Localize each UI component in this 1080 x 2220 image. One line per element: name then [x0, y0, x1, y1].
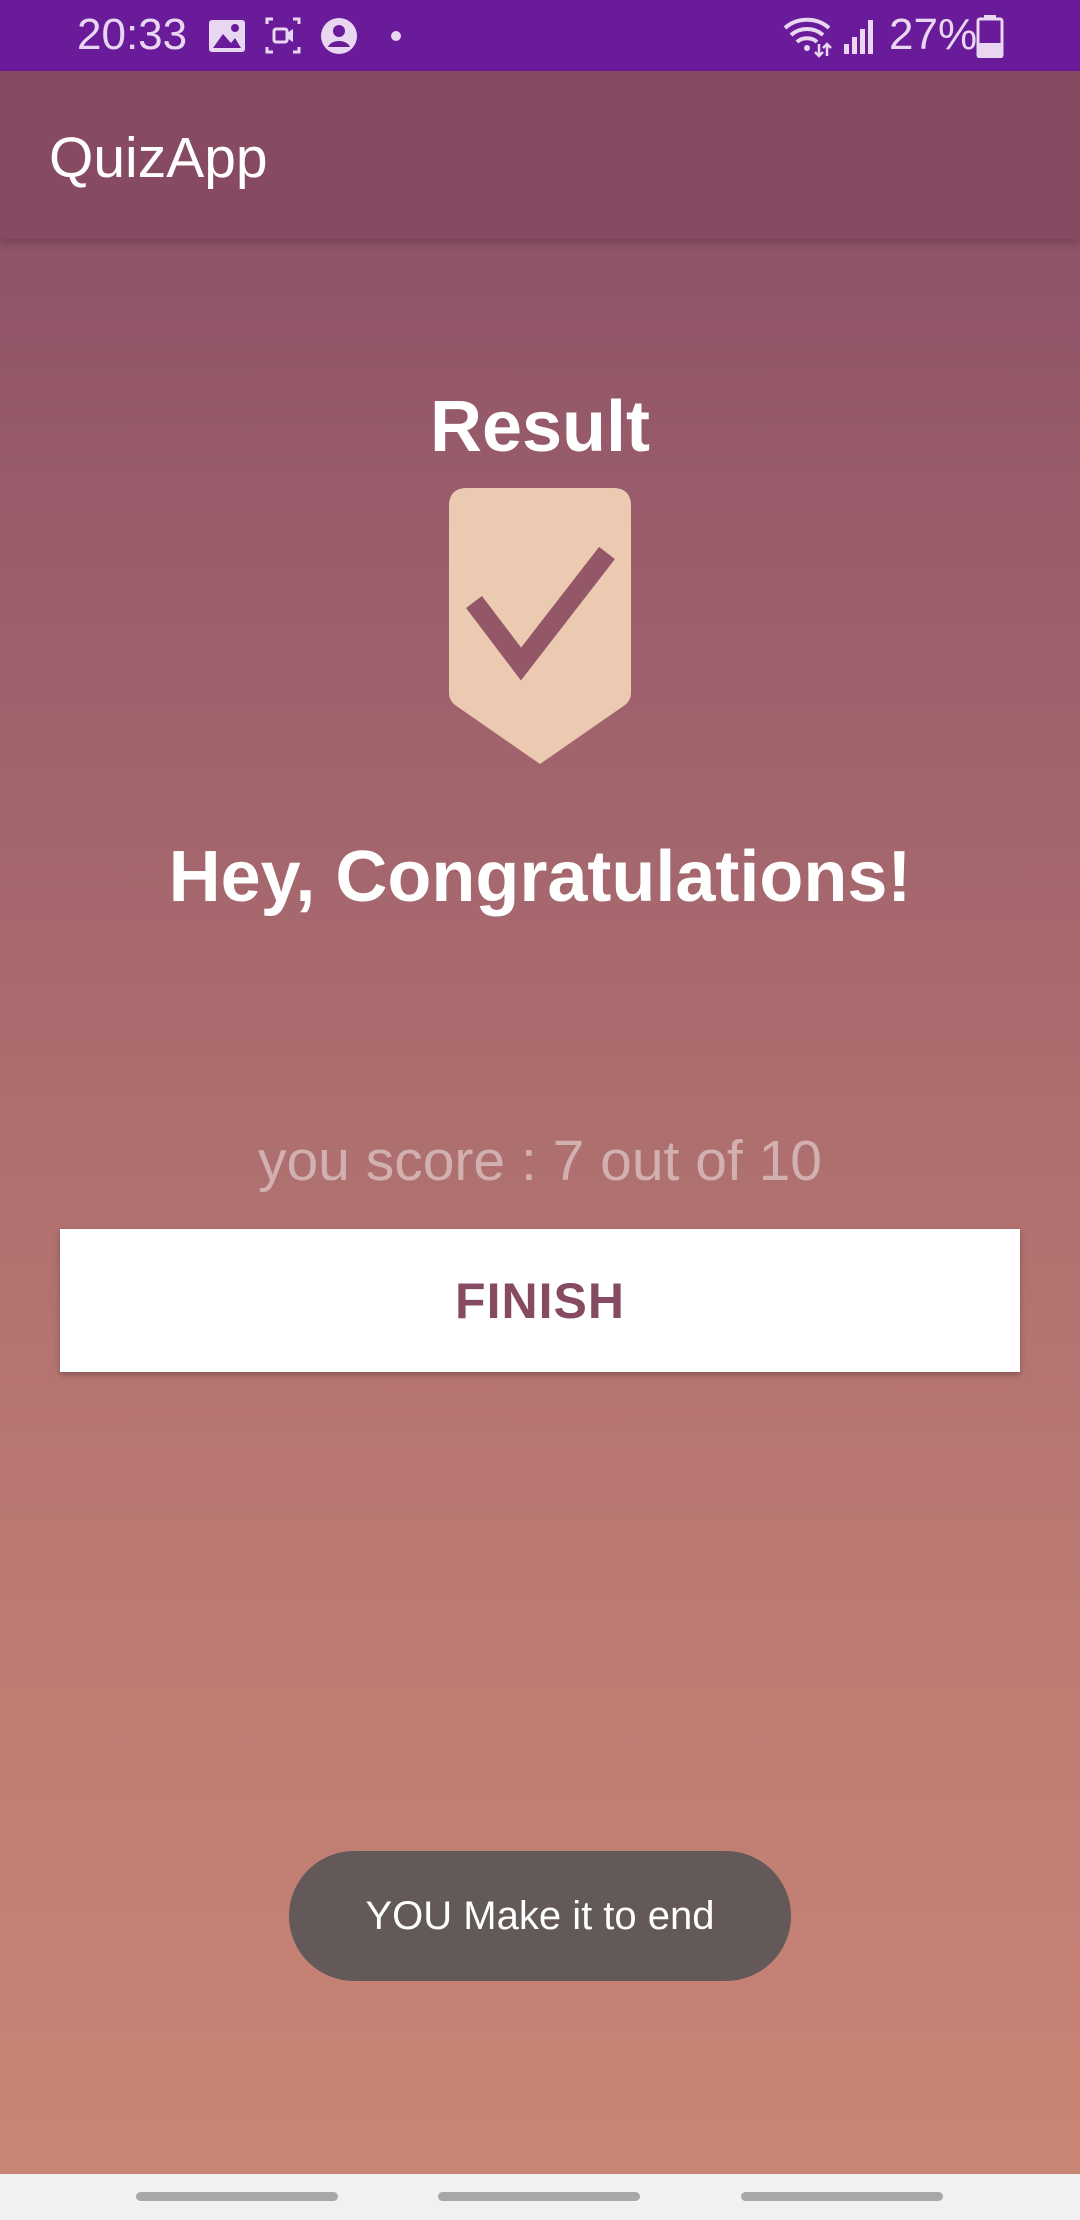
congratulations-text: Hey, Congratulations! [168, 837, 912, 917]
recents-pill[interactable] [136, 2192, 338, 2201]
app-bar: QuizApp [0, 71, 1080, 239]
signal-icon [844, 20, 873, 54]
screen-record-icon [265, 17, 301, 54]
finish-button[interactable]: FINISH [60, 1229, 1020, 1372]
battery-percent: 27% [889, 10, 978, 59]
toast-message: YOU Make it to end [289, 1851, 791, 1981]
home-pill[interactable] [438, 2192, 640, 2201]
badge-check-icon [449, 488, 631, 764]
app-title: QuizApp [49, 126, 268, 190]
result-title: Result [429, 387, 651, 467]
image-icon [209, 20, 245, 52]
battery-icon [976, 15, 1004, 58]
wifi-icon [783, 17, 832, 58]
back-pill[interactable] [741, 2192, 943, 2201]
status-bar: 20:33 27% [0, 0, 1080, 71]
notification-dot-icon [391, 31, 401, 41]
status-time: 20:33 [77, 10, 188, 59]
account-circle-icon [321, 18, 357, 54]
navigation-bar [0, 2174, 1080, 2220]
score-text: you score : 7 out of 10 [257, 1129, 823, 1193]
